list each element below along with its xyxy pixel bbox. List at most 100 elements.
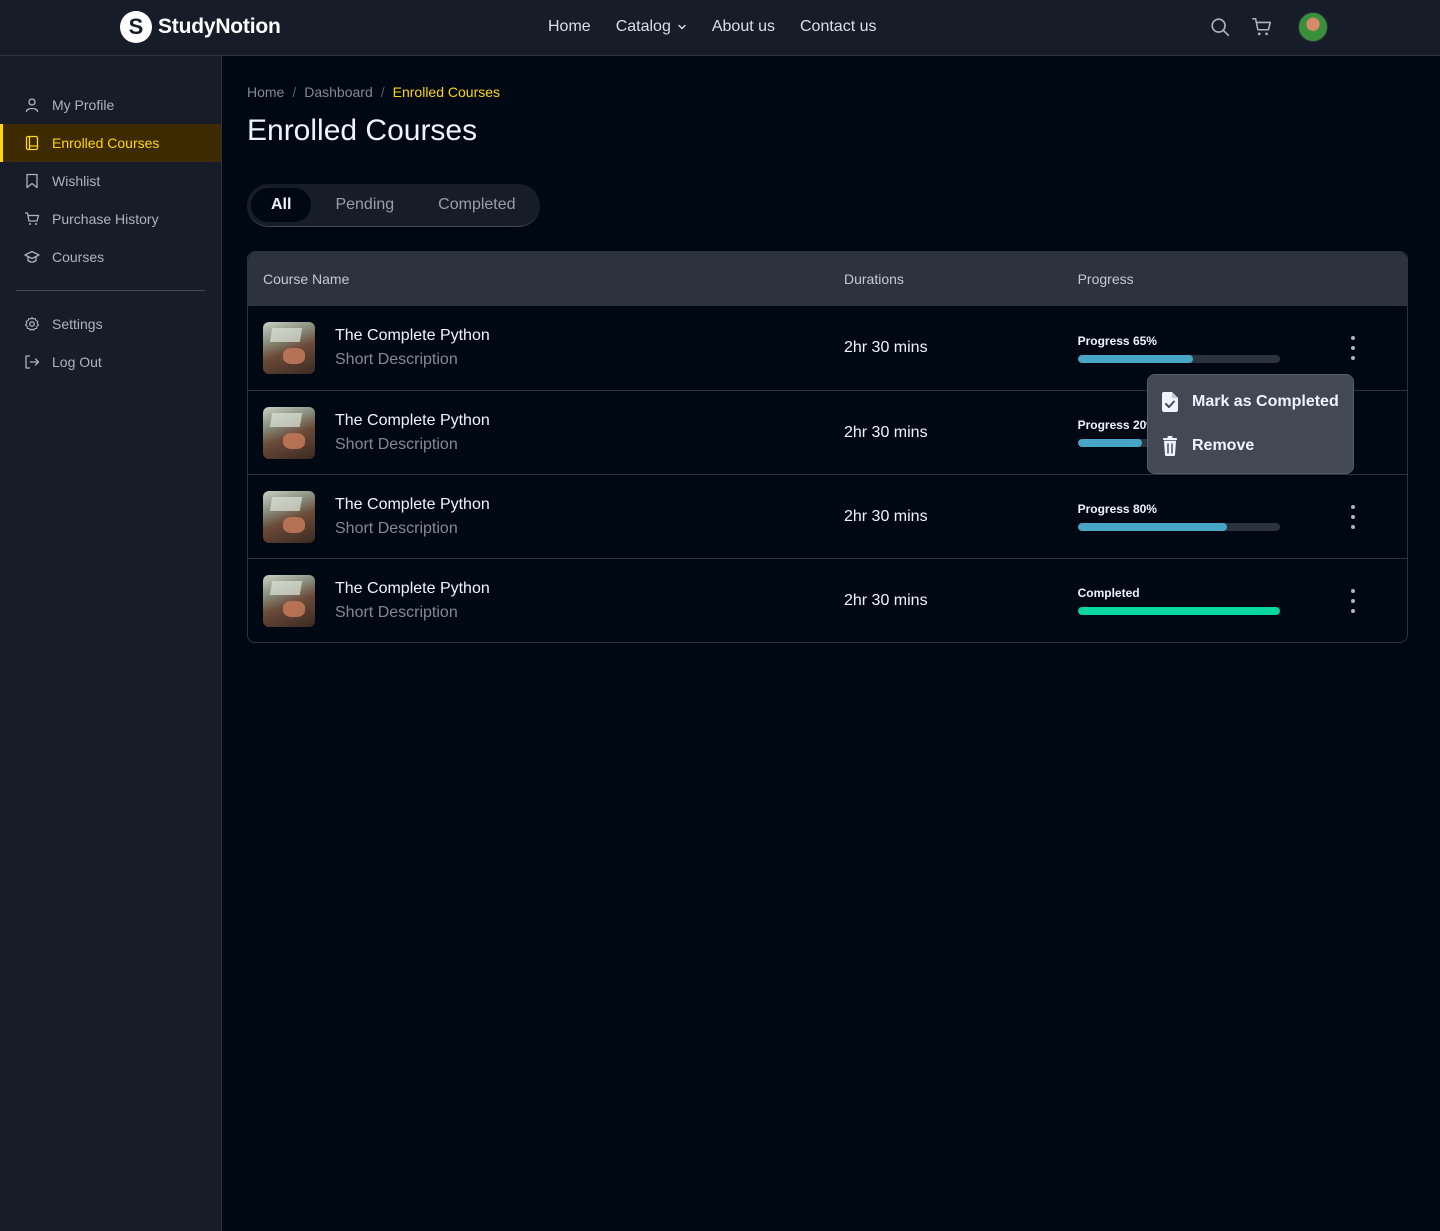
book-icon — [25, 135, 39, 151]
nav-link-about[interactable]: About us — [712, 18, 775, 36]
breadcrumb-separator: / — [292, 84, 297, 100]
more-vertical-icon — [1351, 504, 1356, 529]
nav-link-contact[interactable]: Contact us — [800, 18, 876, 36]
gear-icon — [24, 316, 40, 331]
table-header: Course Name Durations Progress — [248, 252, 1407, 306]
sidebar-item-label: Log Out — [52, 354, 102, 370]
sidebar-item-enrolled-courses[interactable]: Enrolled Courses — [0, 124, 221, 162]
sidebar-item-logout[interactable]: Log Out — [0, 343, 221, 381]
sidebar-item-settings[interactable]: Settings — [0, 305, 221, 343]
progress-bar — [1077, 607, 1280, 615]
course-title[interactable]: The Complete Python — [335, 327, 490, 345]
logo[interactable]: S StudyNotion — [120, 11, 281, 43]
sidebar-item-courses[interactable]: Courses — [0, 238, 221, 276]
table-row[interactable]: The Complete Python Short Description 2h… — [248, 474, 1407, 558]
mark-as-completed-option[interactable]: Mark as Completed — [1160, 391, 1341, 413]
chevron-down-icon — [678, 24, 686, 30]
sidebar-item-label: Courses — [52, 249, 105, 265]
search-icon — [1211, 18, 1230, 37]
progress-label: Progress 80% — [1077, 502, 1157, 516]
top-navbar: S StudyNotion Home Catalog About us Cont… — [0, 0, 1440, 56]
course-thumbnail — [263, 574, 315, 627]
menu-item-label: Mark as Completed — [1192, 393, 1339, 410]
sidebar-item-label: Enrolled Courses — [52, 135, 160, 151]
course-description: Short Description — [335, 435, 458, 453]
course-duration: 2hr 30 mins — [843, 507, 928, 525]
tab-all[interactable]: All — [251, 188, 312, 222]
nav-catalog-label: Catalog — [615, 18, 671, 35]
sidebar-item-label: Wishlist — [52, 173, 101, 189]
progress-label: Completed — [1077, 586, 1140, 600]
menu-item-label: Remove — [1192, 437, 1255, 454]
breadcrumb-current: Enrolled Courses — [392, 84, 501, 100]
user-icon — [25, 98, 39, 113]
logo-text: StudyNotion — [158, 15, 281, 38]
cart-button[interactable] — [1250, 15, 1274, 39]
sidebar-item-purchase-history[interactable]: Purchase History — [0, 200, 221, 238]
progress-bar — [1077, 523, 1280, 531]
more-vertical-icon — [1351, 336, 1356, 360]
progress-bar-fill — [1077, 439, 1143, 447]
nav-link-home[interactable]: Home — [548, 18, 591, 36]
course-duration: 2hr 30 mins — [843, 423, 928, 441]
cart-icon — [25, 212, 40, 225]
header-progress: Progress — [1077, 271, 1134, 287]
course-filter-tabs: All Pending Completed — [247, 184, 540, 227]
progress-bar-fill — [1077, 523, 1228, 531]
course-description: Short Description — [335, 603, 458, 621]
tab-completed[interactable]: Completed — [418, 188, 535, 222]
course-duration: 2hr 30 mins — [843, 591, 928, 609]
sidebar-divider — [16, 290, 205, 291]
row-actions-dropdown: Mark as Completed Remove — [1147, 374, 1354, 474]
course-title[interactable]: The Complete Python — [335, 496, 490, 514]
table-row[interactable]: The Complete Python Short Description 2h… — [248, 558, 1407, 642]
course-cell: The Complete Python Short Description — [248, 490, 844, 543]
course-cell: The Complete Python Short Description — [248, 322, 844, 374]
progress-label: Progress 65% — [1077, 333, 1157, 348]
progress-cell: Progress 80% — [1077, 502, 1348, 531]
sidebar-item-wishlist[interactable]: Wishlist — [0, 162, 221, 200]
progress-bar-fill — [1077, 607, 1280, 615]
header-course-name: Course Name — [263, 271, 350, 287]
course-cell: The Complete Python Short Description — [248, 574, 844, 627]
row-menu-button[interactable] — [1347, 588, 1407, 614]
search-button[interactable] — [1208, 15, 1232, 39]
logo-mark-icon: S — [120, 11, 152, 43]
file-check-icon — [1162, 392, 1178, 412]
nav-link-catalog[interactable]: Catalog — [616, 18, 687, 36]
nav-home-label: Home — [548, 18, 591, 35]
bookmark-icon — [26, 173, 38, 189]
sidebar-item-label: My Profile — [52, 97, 115, 113]
sidebar-item-my-profile[interactable]: My Profile — [0, 86, 221, 124]
main-content: Home / Dashboard / Enrolled Courses Enro… — [247, 56, 1408, 643]
course-description: Short Description — [335, 351, 458, 368]
course-thumbnail — [263, 322, 315, 374]
progress-cell: Progress 65% — [1077, 333, 1348, 363]
cart-icon — [1252, 17, 1272, 36]
course-title[interactable]: The Complete Python — [335, 412, 490, 430]
progress-bar — [1077, 354, 1280, 363]
breadcrumb: Home / Dashboard / Enrolled Courses — [247, 84, 1408, 100]
nav-about-label: About us — [711, 18, 775, 35]
more-vertical-icon — [1351, 588, 1356, 613]
breadcrumb-dashboard[interactable]: Dashboard — [304, 84, 373, 100]
breadcrumb-separator: / — [380, 84, 385, 100]
progress-cell: Completed — [1077, 586, 1348, 615]
page-title: Enrolled Courses — [247, 114, 478, 147]
sidebar: My Profile Enrolled Courses Wishlist Pur… — [0, 56, 222, 1231]
progress-bar-fill — [1077, 354, 1193, 363]
course-title[interactable]: The Complete Python — [335, 580, 490, 598]
graduation-cap-icon — [24, 250, 40, 263]
course-cell: The Complete Python Short Description — [248, 406, 844, 459]
nav-actions — [1208, 12, 1328, 42]
breadcrumb-home[interactable]: Home — [247, 84, 284, 100]
row-menu-button[interactable] — [1347, 504, 1407, 530]
tab-pending[interactable]: Pending — [315, 188, 414, 222]
course-duration: 2hr 30 mins — [843, 339, 928, 356]
row-menu-button[interactable] — [1347, 335, 1407, 361]
remove-option[interactable]: Remove — [1160, 435, 1341, 457]
table-body: The Complete Python Short Description 2h… — [248, 306, 1407, 642]
avatar[interactable] — [1298, 12, 1328, 42]
logout-icon — [25, 355, 40, 369]
course-description: Short Description — [335, 519, 458, 537]
